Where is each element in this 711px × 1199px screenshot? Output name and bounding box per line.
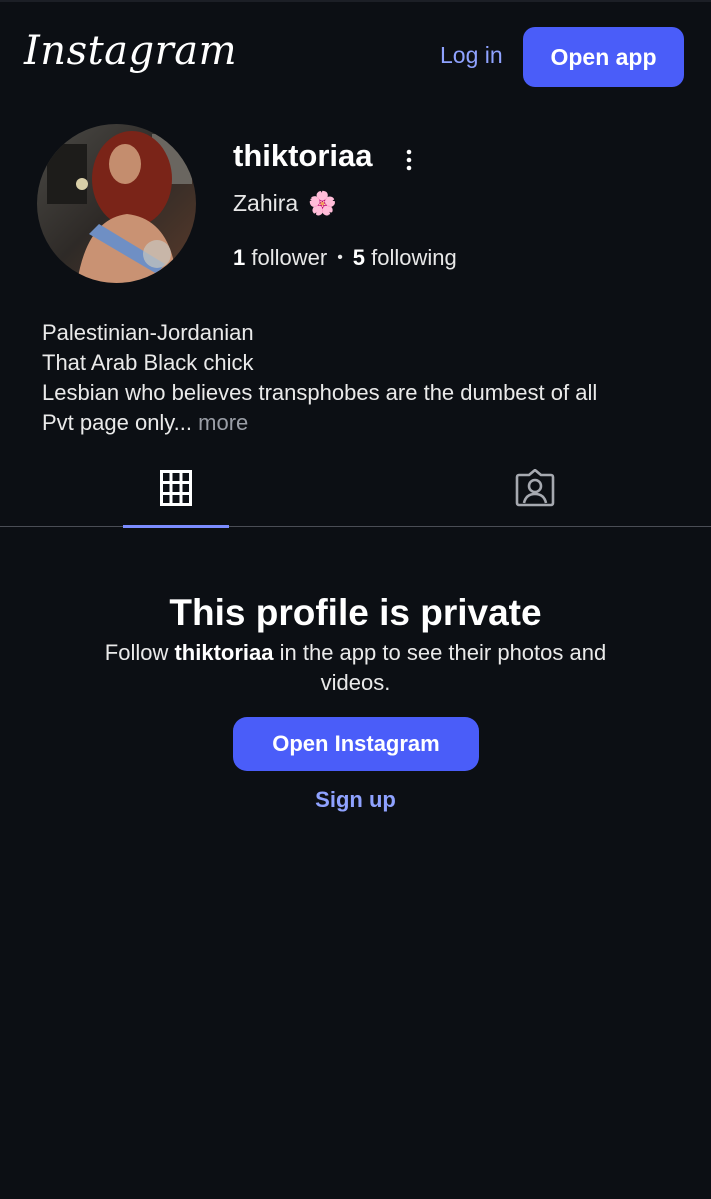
bio-line: Pvt page only... xyxy=(42,410,193,435)
grid-icon xyxy=(160,470,192,506)
flower-emoji: 🌸 xyxy=(308,190,337,216)
private-description: Follow thiktoriaa in the app to see thei… xyxy=(70,638,641,698)
signup-link[interactable]: Sign up xyxy=(0,787,711,813)
profile-page: Instagram Log in Open app thiktoriaa Zah… xyxy=(0,0,711,1199)
separator-dot: • xyxy=(337,249,343,266)
bio-line-last: Pvt page only... more xyxy=(42,408,692,438)
bio-more-link[interactable]: more xyxy=(198,410,248,435)
bio-line: That Arab Black chick xyxy=(42,350,254,375)
login-link[interactable]: Log in xyxy=(440,42,503,69)
following-label: following xyxy=(371,245,457,270)
bio-line: Lesbian who believes transphobes are the… xyxy=(42,380,598,405)
followers-label: follower xyxy=(251,245,328,270)
tab-posts[interactable] xyxy=(123,457,229,528)
active-tab-indicator xyxy=(123,525,229,528)
follow-counts: 1 follower • 5 following xyxy=(233,245,457,271)
full-name-text: Zahira xyxy=(233,190,299,216)
open-instagram-button[interactable]: Open Instagram xyxy=(233,717,479,771)
open-app-button[interactable]: Open app xyxy=(523,27,684,87)
followers-count: 1 xyxy=(233,245,246,270)
private-desc-username: thiktoriaa xyxy=(174,640,274,665)
following-stat[interactable]: 5 following xyxy=(353,245,457,271)
profile-username: thiktoriaa xyxy=(233,138,373,173)
followers-stat[interactable]: 1 follower xyxy=(233,245,327,271)
profile-tabs xyxy=(0,457,711,528)
top-bar: Instagram Log in Open app xyxy=(0,2,711,112)
private-desc-prefix: Follow xyxy=(104,640,175,665)
profile-full-name: Zahira 🌸 xyxy=(233,190,337,217)
bio-line: Palestinian-Jordanian xyxy=(42,320,254,345)
tab-tagged[interactable] xyxy=(482,457,588,526)
avatar[interactable] xyxy=(37,124,196,283)
private-title: This profile is private xyxy=(169,592,542,633)
tagged-icon xyxy=(515,469,555,507)
more-options-icon[interactable] xyxy=(398,146,420,174)
private-desc-suffix: in the app to see their photos and video… xyxy=(273,640,607,695)
following-count: 5 xyxy=(352,245,366,270)
instagram-logo[interactable]: Instagram xyxy=(24,28,237,74)
profile-bio: Palestinian-Jordanian That Arab Black ch… xyxy=(42,318,692,438)
